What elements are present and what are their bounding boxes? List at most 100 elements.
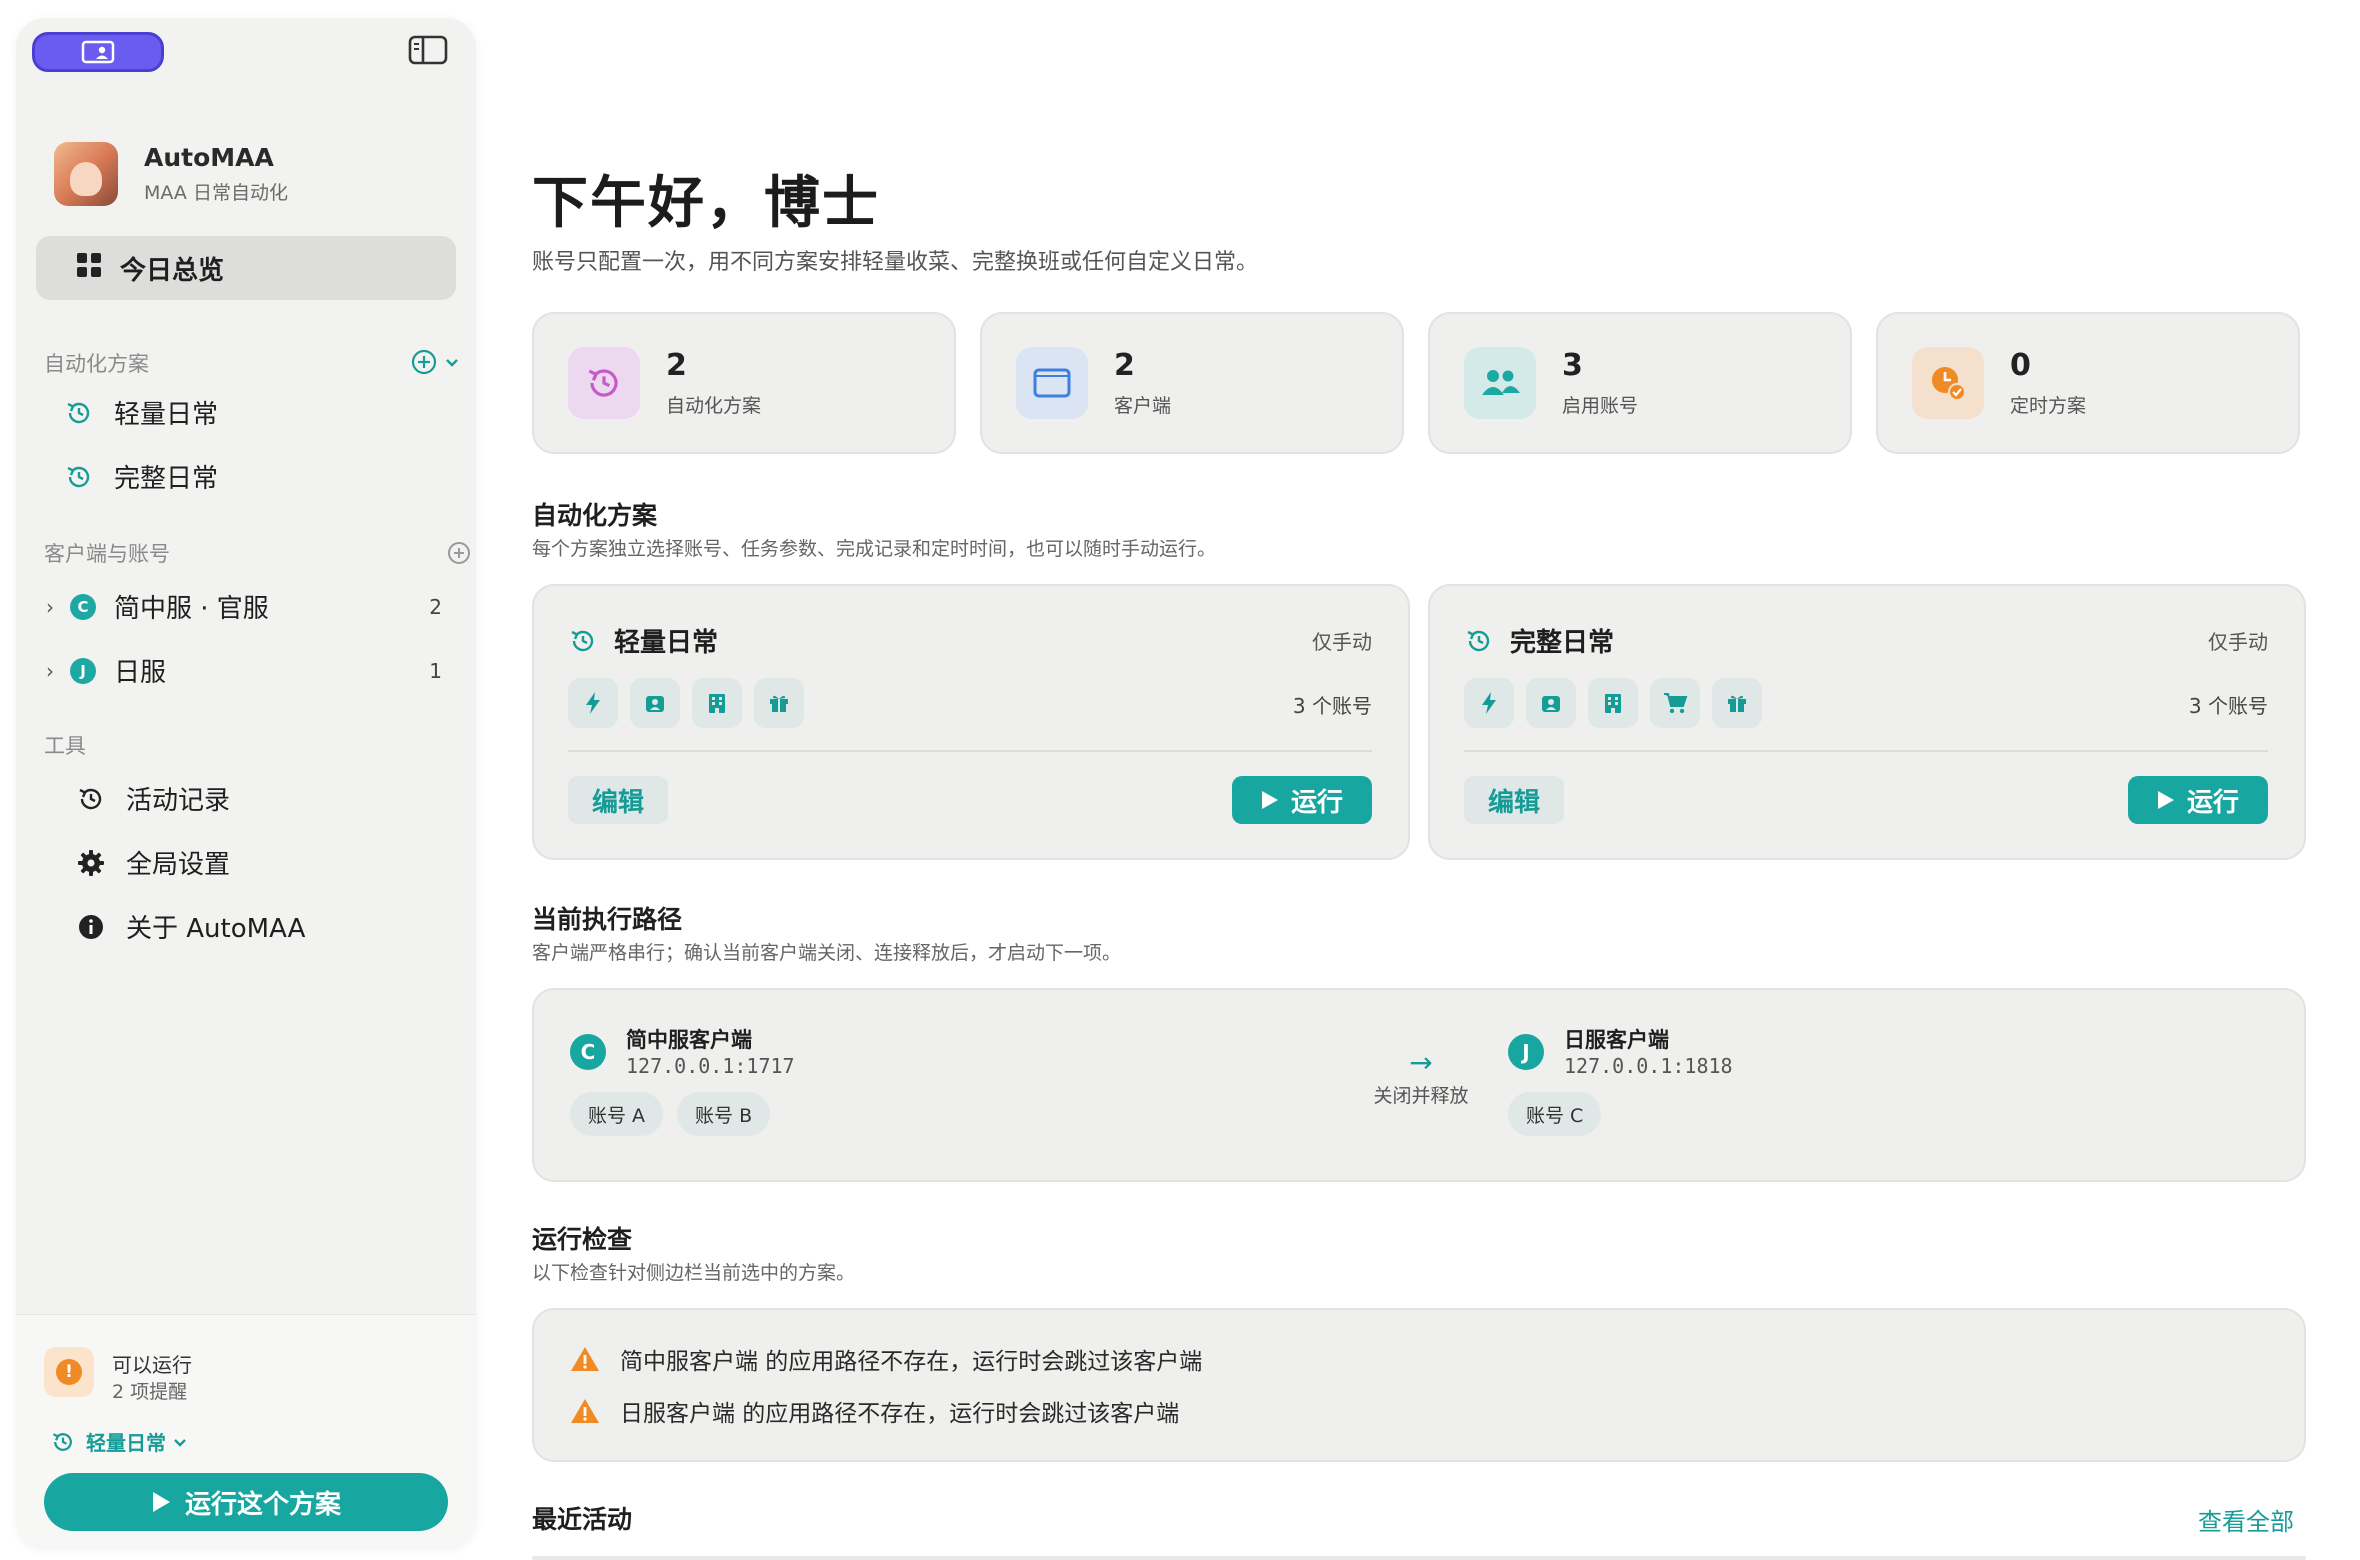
user-card-icon — [81, 40, 115, 64]
sidebar-item-about[interactable]: 关于 AutoMAA — [76, 908, 305, 945]
recruit-icon — [630, 678, 680, 728]
sidebar-item-plan-light[interactable]: 轻量日常 — [64, 394, 218, 431]
stat-card-accounts: 3 启用账号 — [1428, 312, 1852, 454]
client-name: 日服客户端 — [1564, 1028, 1669, 1052]
cart-icon — [1650, 678, 1700, 728]
stat-label: 启用账号 — [1562, 395, 1639, 417]
users-icon — [1464, 347, 1536, 419]
bolt-icon — [1464, 678, 1514, 728]
stat-card-plans: 2 自动化方案 — [532, 312, 956, 454]
client-badge: J — [1508, 1034, 1544, 1070]
stat-card-clients: 2 客户端 — [980, 312, 1404, 454]
run-label: 运行 — [2186, 787, 2239, 818]
selected-plan-label: 轻量日常 — [86, 1431, 166, 1455]
check-text: 日服客户端 的应用路径不存在，运行时会跳过该客户端 — [620, 1401, 1180, 1427]
status-warning-badge: ! — [44, 1347, 94, 1397]
recruit-icon — [1526, 678, 1576, 728]
sidebar-item-label: 关于 AutoMAA — [126, 914, 306, 944]
stat-value: 2 — [666, 348, 687, 383]
plans-section-label: 自动化方案 — [44, 352, 149, 376]
edit-plan-button[interactable]: 编辑 — [568, 776, 668, 824]
divider — [568, 750, 1372, 752]
plan-card-full: 完整日常 仅手动 3 个账号 编辑 运行 — [1428, 584, 2306, 860]
history-icon — [76, 784, 106, 814]
sidebar-item-label: 活动记录 — [126, 786, 231, 816]
chevron-down-icon[interactable] — [444, 354, 460, 370]
divider — [1464, 750, 2268, 752]
plan-selector[interactable]: 轻量日常 — [50, 1427, 188, 1456]
view-all-link[interactable]: 查看全部 — [2198, 1502, 2294, 1537]
history-icon — [64, 398, 94, 428]
chevron-down-icon — [174, 1438, 186, 1447]
sidebar-toggle-icon — [408, 35, 448, 65]
warning-icon: ! — [56, 1359, 82, 1385]
building-icon — [1588, 678, 1638, 728]
reminder-count: 2 项提醒 — [112, 1381, 188, 1403]
run-status: 可以运行 — [112, 1353, 192, 1377]
chevron-right-icon[interactable]: › — [46, 659, 64, 683]
sidebar: AutoMAA MAA 日常自动化 今日总览 自动化方案 轻量日常 完整日常 客… — [16, 18, 476, 1548]
page-subtitle: 账号只配置一次，用不同方案安排轻量收菜、完整换班或任何自定义日常。 — [532, 250, 1259, 275]
client-badge: J — [70, 657, 96, 684]
check-item: 日服客户端 的应用路径不存在，运行时会跳过该客户端 — [570, 1394, 1179, 1428]
client-account-count: 2 — [429, 594, 442, 619]
check-heading: 运行检查 — [532, 1225, 633, 1254]
plan-account-count: 3 个账号 — [1292, 694, 1372, 718]
sidebar-item-overview[interactable]: 今日总览 — [36, 236, 456, 300]
stat-label: 定时方案 — [2010, 395, 2087, 417]
account-chip: 账号 C — [1508, 1092, 1602, 1136]
sidebar-item-activity[interactable]: 活动记录 — [76, 780, 230, 817]
sidebar-toggle-button[interactable] — [408, 34, 448, 68]
sidebar-item-label: 轻量日常 — [114, 400, 219, 430]
client-address: 127.0.0.1:1717 — [626, 1054, 795, 1078]
clock-check-icon — [1912, 347, 1984, 419]
check-subheading: 以下检查针对侧边栏当前选中的方案。 — [532, 1262, 856, 1284]
account-chip: 账号 B — [677, 1092, 771, 1136]
sidebar-item-client-jp[interactable]: › J 日服 1 — [46, 652, 456, 689]
add-plan-icon[interactable] — [410, 348, 438, 376]
check-item: 简中服客户端 的应用路径不存在，运行时会跳过该客户端 — [570, 1342, 1202, 1376]
client-label: 简中服 · 官服 — [114, 594, 269, 624]
run-label: 运行 — [1290, 787, 1343, 818]
run-plan-button[interactable]: 运行 — [1232, 776, 1372, 824]
plan-title: 完整日常 — [1510, 628, 1615, 658]
play-icon — [2157, 791, 2174, 809]
stat-value: 2 — [1114, 348, 1135, 383]
info-icon — [76, 912, 106, 942]
plan-task-icons — [568, 678, 804, 728]
plan-title: 轻量日常 — [614, 628, 719, 658]
history-icon — [1464, 626, 1494, 656]
gear-icon — [76, 848, 106, 878]
sidebar-item-client-cn[interactable]: › C 简中服 · 官服 2 — [46, 588, 456, 625]
history-icon — [568, 347, 640, 419]
edit-plan-button[interactable]: 编辑 — [1464, 776, 1564, 824]
transfer-label: 关闭并释放 — [1373, 1085, 1469, 1107]
grid-icon — [76, 252, 102, 285]
client-badge: C — [70, 593, 96, 620]
play-icon — [1261, 791, 1278, 809]
clients-section-label: 客户端与账号 — [44, 542, 170, 566]
chevron-right-icon[interactable]: › — [46, 595, 64, 619]
run-plan-button[interactable]: 运行 — [2128, 776, 2268, 824]
gift-icon — [1712, 678, 1762, 728]
plan-trigger: 仅手动 — [2208, 630, 2268, 654]
stat-card-scheduled: 0 定时方案 — [1876, 312, 2300, 454]
plan-task-icons — [1464, 678, 1762, 728]
play-icon — [152, 1492, 170, 1512]
history-icon — [64, 462, 94, 492]
sidebar-item-plan-full[interactable]: 完整日常 — [64, 458, 218, 495]
main-content: 下午好，博士 账号只配置一次，用不同方案安排轻量收菜、完整换班或任何自定义日常。… — [530, 0, 2340, 1560]
client-label: 日服 — [114, 658, 167, 688]
run-plan-button[interactable]: 运行这个方案 — [44, 1473, 448, 1531]
sidebar-item-settings[interactable]: 全局设置 — [76, 844, 230, 881]
plan-card-light: 轻量日常 仅手动 3 个账号 编辑 运行 — [532, 584, 1410, 860]
client-address: 127.0.0.1:1818 — [1564, 1054, 1733, 1078]
client-account-count: 1 — [429, 658, 442, 683]
plans-subheading: 每个方案独立选择账号、任务参数、完成记录和定时时间，也可以随时手动运行。 — [532, 538, 1217, 560]
workspace-switch-button[interactable] — [32, 32, 164, 72]
sidebar-item-label: 完整日常 — [114, 464, 219, 494]
account-chip: 账号 A — [570, 1092, 664, 1136]
client-name: 简中服客户端 — [626, 1028, 752, 1052]
add-client-icon[interactable] — [446, 540, 472, 566]
page-title: 下午好，博士 — [532, 171, 880, 236]
